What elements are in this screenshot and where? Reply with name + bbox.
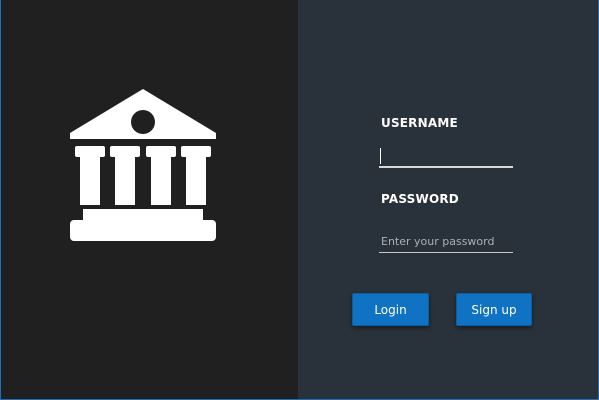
login-window: USERNAME PASSWORD Login Sign up (0, 0, 599, 400)
login-panel: USERNAME PASSWORD Login Sign up (298, 0, 598, 399)
password-field[interactable] (379, 231, 513, 253)
login-button[interactable]: Login (352, 293, 429, 326)
password-label: PASSWORD (381, 192, 459, 206)
signup-button[interactable]: Sign up (456, 293, 532, 326)
username-field[interactable] (379, 146, 513, 168)
bank-building-icon (70, 89, 216, 241)
branding-panel (1, 0, 298, 399)
username-label: USERNAME (381, 116, 458, 130)
text-cursor (380, 148, 381, 164)
